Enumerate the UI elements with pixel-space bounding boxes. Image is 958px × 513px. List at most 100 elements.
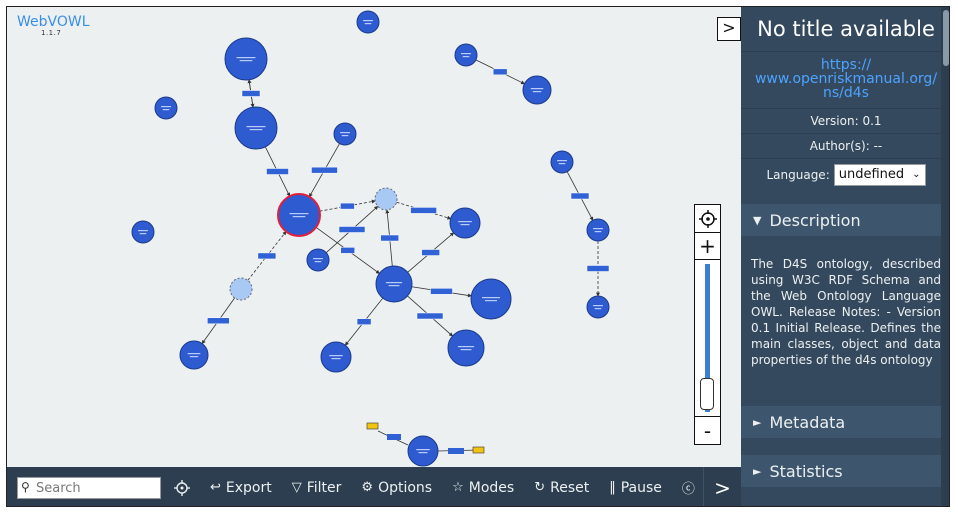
class-node-label xyxy=(385,282,403,284)
class-node[interactable] xyxy=(131,220,155,244)
external-class-node[interactable] xyxy=(229,277,253,301)
property-label[interactable] xyxy=(416,312,444,320)
statistics-section-header[interactable]: ► Statistics xyxy=(741,455,949,487)
ontology-graph[interactable] xyxy=(7,7,741,467)
class-node[interactable] xyxy=(179,340,209,370)
webvowl-logo: WebVOWL xyxy=(17,14,90,30)
class-node[interactable] xyxy=(306,248,330,272)
class-node[interactable] xyxy=(522,75,552,105)
property-label[interactable] xyxy=(257,252,277,260)
property-label[interactable] xyxy=(492,68,508,76)
property-label[interactable] xyxy=(340,247,355,254)
modes-label: Modes xyxy=(468,479,515,496)
property-label[interactable] xyxy=(570,192,590,200)
options-button[interactable]: ⚙ Options xyxy=(361,480,432,496)
property-label[interactable] xyxy=(421,249,440,256)
class-node-label xyxy=(189,356,199,358)
star-icon: ☆ xyxy=(452,480,464,495)
class-node-label xyxy=(364,23,372,25)
description-text: The D4S ontology, described using W3C RD… xyxy=(741,236,949,406)
webvowl-app: WebVOWL 1.1.7 > + - ⚲ Search ↩ Export ▽ … xyxy=(6,6,950,507)
zoom-in-button[interactable]: + xyxy=(695,232,720,259)
property-label[interactable] xyxy=(241,90,261,97)
property-label[interactable] xyxy=(387,434,401,440)
property-label[interactable] xyxy=(311,166,338,174)
modes-button[interactable]: ☆ Modes xyxy=(452,480,514,496)
zoom-out-button[interactable]: - xyxy=(695,417,720,444)
about-icon: ⓒ xyxy=(681,482,695,497)
metadata-section-header[interactable]: ► Metadata xyxy=(741,406,949,438)
pause-button[interactable]: ‖ Pause xyxy=(609,480,662,496)
ontology-iri-link[interactable]: https:// www.openriskmanual.org/ ns/d4s xyxy=(741,51,949,108)
class-node[interactable] xyxy=(375,265,413,303)
class-node-label xyxy=(138,230,148,232)
center-graph-button[interactable] xyxy=(695,205,720,232)
description-section-header[interactable]: ▼ Description xyxy=(741,204,949,236)
zoom-slider[interactable] xyxy=(695,259,720,417)
class-node-label xyxy=(532,91,542,93)
property-label[interactable] xyxy=(410,207,437,214)
reset-button[interactable]: ↻ Reset xyxy=(534,480,589,496)
sidebar-scrollbar-thumb[interactable] xyxy=(943,10,949,66)
export-button[interactable]: ↩ Export xyxy=(210,480,272,496)
language-selected-value: undefined xyxy=(838,167,905,182)
class-node[interactable] xyxy=(470,278,512,320)
property-label[interactable] xyxy=(207,317,230,325)
zoom-slider-handle[interactable] xyxy=(700,378,714,410)
language-select[interactable]: undefined ⌄ xyxy=(833,163,926,186)
external-class-node[interactable] xyxy=(374,187,398,211)
datatype-node[interactable] xyxy=(366,422,379,430)
class-node-label xyxy=(187,353,201,355)
class-node-label xyxy=(557,160,567,162)
class-node[interactable] xyxy=(550,150,574,174)
class-node-label xyxy=(289,213,309,215)
property-label[interactable] xyxy=(380,234,399,242)
datatype-node[interactable] xyxy=(472,446,485,454)
export-label: Export xyxy=(225,479,272,496)
return-arrow-icon: ↩ xyxy=(210,480,221,495)
graph-canvas[interactable]: WebVOWL 1.1.7 > + - xyxy=(7,7,741,467)
sidebar-toggle-button-bottom[interactable]: > xyxy=(703,467,741,506)
search-box[interactable]: ⚲ xyxy=(17,476,161,499)
class-node-label xyxy=(482,297,500,299)
triangle-right-icon: ► xyxy=(753,464,762,478)
property-label[interactable] xyxy=(340,202,355,210)
filter-button[interactable]: ▽ Filter xyxy=(292,480,342,496)
class-node-label xyxy=(530,88,544,90)
ontology-authors: Author(s): -- xyxy=(741,133,949,158)
language-label: Language: xyxy=(766,167,830,182)
filter-label: Filter xyxy=(306,479,342,496)
property-label[interactable] xyxy=(356,318,372,325)
property-label[interactable] xyxy=(430,288,453,295)
sidebar-toggle-button[interactable]: > xyxy=(717,17,741,41)
property-label[interactable] xyxy=(448,448,464,454)
class-node[interactable] xyxy=(407,435,439,467)
class-node-label xyxy=(341,135,349,137)
class-node[interactable] xyxy=(333,122,357,146)
graph-nodes[interactable] xyxy=(131,10,610,467)
class-node[interactable] xyxy=(234,106,278,150)
class-node-label xyxy=(236,57,256,59)
search-input[interactable] xyxy=(36,479,158,497)
class-node[interactable] xyxy=(320,341,352,373)
class-node[interactable] xyxy=(447,329,485,367)
class-node[interactable] xyxy=(224,37,268,81)
class-node[interactable] xyxy=(586,218,610,242)
class-node[interactable] xyxy=(586,295,610,319)
overflow-toolbar-item[interactable]: ⓒ xyxy=(682,478,700,497)
selected-class-node[interactable] xyxy=(277,193,321,237)
property-label[interactable] xyxy=(586,265,610,272)
class-node[interactable] xyxy=(356,10,380,34)
class-node-label xyxy=(331,358,341,360)
class-node-label xyxy=(314,261,322,263)
class-node[interactable] xyxy=(154,96,178,120)
sidebar-scrollbar[interactable] xyxy=(941,7,949,506)
property-label[interactable] xyxy=(266,168,289,175)
class-node-label xyxy=(329,355,343,357)
property-label[interactable] xyxy=(338,226,366,233)
class-node[interactable] xyxy=(449,207,481,239)
class-node-label xyxy=(249,129,263,131)
class-node[interactable] xyxy=(454,43,478,67)
options-label: Options xyxy=(378,479,433,496)
center-graph-toolbar-button[interactable] xyxy=(174,479,190,496)
